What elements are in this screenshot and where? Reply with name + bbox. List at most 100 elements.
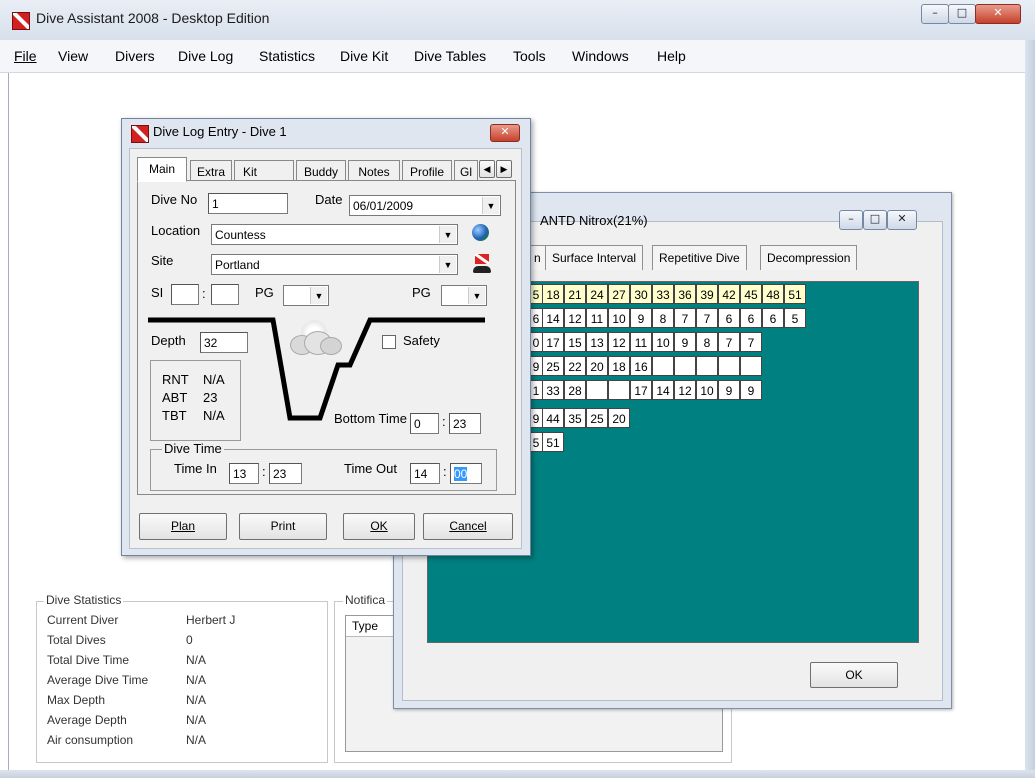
tab-profile[interactable]: Profile xyxy=(402,160,452,182)
date-picker[interactable]: 06/01/2009 ▼ xyxy=(349,195,501,216)
time-in-minutes-field[interactable]: 23 xyxy=(269,463,302,484)
globe-icon[interactable] xyxy=(472,224,489,241)
pg-start-label: PG xyxy=(255,285,274,300)
site-combo[interactable]: Portland ▼ xyxy=(211,254,458,275)
tab-decompression[interactable]: Decompression xyxy=(760,245,858,270)
table-cell: 6 xyxy=(718,308,740,328)
menu-dive-kit[interactable]: Dive Kit xyxy=(340,48,388,64)
table-cell: 28 xyxy=(564,380,586,400)
menu-tools[interactable]: Tools xyxy=(513,48,546,64)
maximize-icon[interactable]: □ xyxy=(948,4,976,24)
pg-end-combo[interactable]: ▼ xyxy=(441,285,487,306)
location-combo[interactable]: Countess ▼ xyxy=(211,224,458,245)
menu-help[interactable]: Help xyxy=(657,48,686,64)
dive-no-field[interactable]: 1 xyxy=(208,193,288,214)
si-minutes-field[interactable] xyxy=(211,284,239,305)
table-cell xyxy=(674,356,696,376)
tab-main[interactable]: Main xyxy=(137,157,187,182)
table-cell: 9 xyxy=(630,308,652,328)
stat-label: Total Dive Time xyxy=(47,653,130,667)
time-out-minutes-field[interactable]: 00 xyxy=(450,463,482,484)
table-cell: 33 xyxy=(542,380,564,400)
table-header-cell: 48 xyxy=(762,284,784,304)
print-button[interactable]: Print xyxy=(239,513,327,540)
bottom-time-separator: : xyxy=(442,414,446,429)
chevron-down-icon[interactable]: ▼ xyxy=(482,197,499,214)
weather-cloud-icon[interactable] xyxy=(286,313,342,363)
tables-maximize-icon[interactable]: □ xyxy=(863,210,887,230)
tab-extra[interactable]: Extra xyxy=(190,160,232,182)
app-logo-icon xyxy=(12,12,30,30)
time-in-hours-field[interactable]: 13 xyxy=(229,463,259,484)
menu-dive-log[interactable]: Dive Log xyxy=(178,48,233,64)
stat-label: Max Depth xyxy=(47,693,106,707)
main-window-title: Dive Assistant 2008 - Desktop Edition xyxy=(36,10,270,26)
stat-label: Average Dive Time xyxy=(47,673,149,687)
tab-scroll-right-icon[interactable]: ▶ xyxy=(496,160,512,178)
pg-start-combo[interactable]: ▼ xyxy=(283,285,329,306)
menu-dive-tables[interactable]: Dive Tables xyxy=(414,48,486,64)
chevron-down-icon[interactable]: ▼ xyxy=(439,256,456,273)
tab-repetitive-dive[interactable]: Repetitive Dive xyxy=(652,245,747,270)
tables-minimize-icon[interactable]: – xyxy=(839,210,863,230)
chevron-down-icon[interactable]: ▼ xyxy=(310,287,327,304)
chevron-down-icon[interactable]: ▼ xyxy=(468,287,485,304)
time-out-hours-field[interactable]: 14 xyxy=(410,463,440,484)
table-header-cell: 30 xyxy=(630,284,652,304)
menu-statistics[interactable]: Statistics xyxy=(259,48,315,64)
tables-close-icon[interactable]: ✕ xyxy=(887,210,917,230)
table-cell: 5 xyxy=(529,432,543,452)
tab-scroll-left-icon[interactable]: ◀ xyxy=(479,160,495,178)
plan-button[interactable]: Plan xyxy=(139,513,227,540)
menu-bar: File View Divers Dive Log Statistics Div… xyxy=(0,40,1035,73)
table-header-cell: 24 xyxy=(586,284,608,304)
si-separator: : xyxy=(202,286,206,301)
safety-label: Safety xyxy=(403,333,440,348)
dive-flag-icon[interactable] xyxy=(473,254,491,274)
bottom-time-minutes-field[interactable]: 23 xyxy=(449,413,481,434)
tab-buddy[interactable]: Buddy xyxy=(296,160,346,182)
si-hours-field[interactable] xyxy=(171,284,199,305)
table-cell: 7 xyxy=(718,332,740,352)
window-border xyxy=(1025,40,1035,778)
menu-divers[interactable]: Divers xyxy=(115,48,155,64)
stat-value: 0 xyxy=(186,633,193,647)
close-icon[interactable]: ✕ xyxy=(975,4,1021,24)
tab-kit[interactable]: Kit xyxy=(234,160,294,182)
stat-value: N/A xyxy=(186,653,207,667)
table-cell: 22 xyxy=(564,356,586,376)
menu-view[interactable]: View xyxy=(58,48,88,64)
table-cell: 1 xyxy=(529,380,543,400)
cancel-button[interactable]: Cancel xyxy=(423,513,513,540)
dialog-close-icon[interactable]: ✕ xyxy=(490,124,520,142)
table-cell: 20 xyxy=(586,356,608,376)
dive-time-legend: Dive Time xyxy=(162,441,224,456)
table-cell: 9 xyxy=(740,380,762,400)
depth-field[interactable]: 32 xyxy=(200,332,248,353)
table-header-cell: 36 xyxy=(674,284,696,304)
menu-file[interactable]: File xyxy=(14,48,37,64)
tab-notes[interactable]: Notes xyxy=(348,160,400,182)
table-cell xyxy=(608,380,630,400)
tab-surface-interval[interactable]: Surface Interval xyxy=(545,245,644,270)
site-label: Site xyxy=(151,253,174,268)
bottom-time-hours-field[interactable]: 0 xyxy=(410,413,439,434)
tbt-label: TBT xyxy=(162,408,187,423)
table-cell: 12 xyxy=(608,332,630,352)
ok-button[interactable]: OK xyxy=(343,513,415,540)
tables-ok-button[interactable]: OK xyxy=(810,662,898,688)
time-out-minutes-selected: 00 xyxy=(454,467,468,481)
abt-value: 23 xyxy=(203,390,218,405)
time-out-label: Time Out xyxy=(344,461,397,476)
table-header-cell: 18 xyxy=(542,284,564,304)
table-cell: 7 xyxy=(740,332,762,352)
time-in-label: Time In xyxy=(174,461,217,476)
table-cell: 51 xyxy=(542,432,564,452)
menu-windows[interactable]: Windows xyxy=(572,48,629,64)
chevron-down-icon[interactable]: ▼ xyxy=(439,226,456,243)
safety-checkbox[interactable] xyxy=(382,335,396,349)
minimize-icon[interactable]: – xyxy=(921,4,949,24)
table-cell xyxy=(696,356,718,376)
table-cell: 15 xyxy=(564,332,586,352)
tab-gl[interactable]: Gl xyxy=(454,160,478,182)
